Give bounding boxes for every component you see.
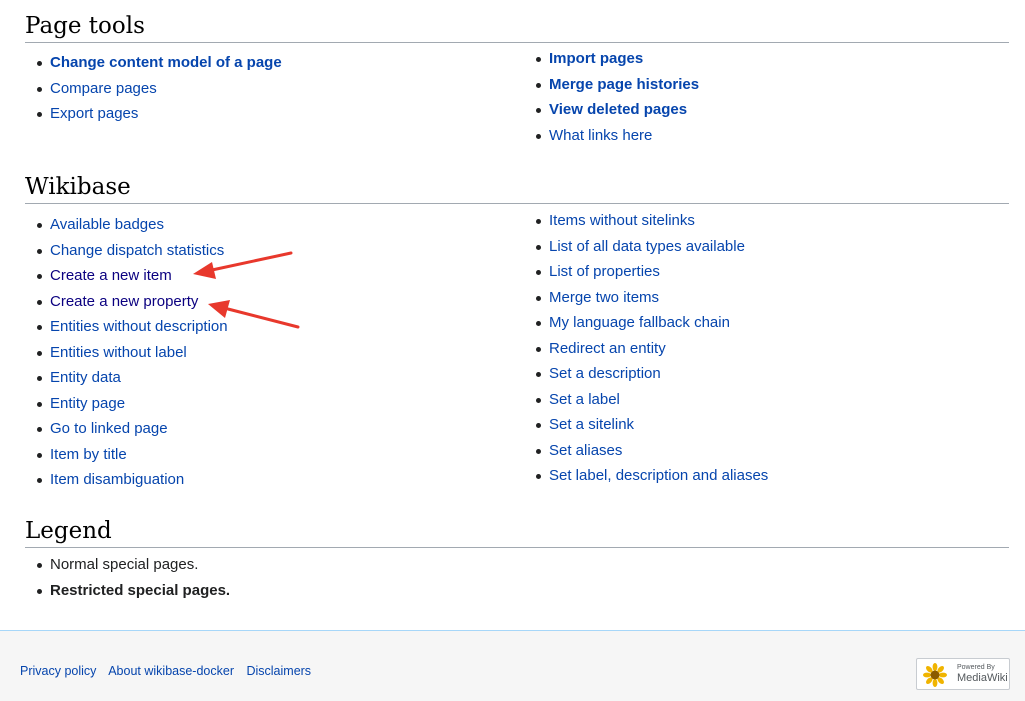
- badge-large-text: MediaWiki: [957, 672, 1008, 684]
- list-item: Merge two items: [524, 285, 768, 311]
- legend-normal: Normal special pages.: [50, 556, 199, 573]
- footer: Privacy policy About wikibase-docker Dis…: [0, 630, 1025, 701]
- link-available-badges[interactable]: Available badges: [50, 216, 164, 233]
- link-set-label[interactable]: Set a label: [549, 391, 620, 408]
- link-merge-page-histories[interactable]: Merge page histories: [549, 76, 699, 93]
- link-entity-data[interactable]: Entity data: [50, 369, 121, 386]
- wikibase-left-list: Available badges Change dispatch statist…: [25, 212, 228, 493]
- footer-link-privacy-policy[interactable]: Privacy policy: [20, 664, 96, 678]
- legend-restricted: Restricted special pages.: [50, 581, 231, 599]
- list-item: Items without sitelinks: [524, 208, 768, 234]
- list-item: Entities without description: [25, 314, 228, 340]
- list-item: What links here: [524, 123, 699, 149]
- badge-small-text: Powered By: [957, 664, 995, 671]
- link-set-label-description-aliases[interactable]: Set label, description and aliases: [549, 467, 768, 484]
- list-item: Set aliases: [524, 438, 768, 464]
- footer-link-disclaimers[interactable]: Disclaimers: [246, 664, 311, 678]
- list-item: Change content model of a page: [25, 50, 282, 76]
- footer-link-about[interactable]: About wikibase-docker: [108, 664, 234, 678]
- special-pages-content: Page tools Change content model of a pag…: [0, 0, 1025, 630]
- link-merge-two-items[interactable]: Merge two items: [549, 289, 659, 306]
- list-item: Compare pages: [25, 76, 282, 102]
- list-item: Set a sitelink: [524, 412, 768, 438]
- powered-by-mediawiki-badge[interactable]: Powered By MediaWiki: [916, 658, 1010, 690]
- list-item: Entities without label: [25, 340, 228, 366]
- link-entity-page[interactable]: Entity page: [50, 395, 125, 412]
- list-item: Restricted special pages.: [25, 578, 230, 604]
- link-redirect-entity[interactable]: Redirect an entity: [549, 340, 666, 357]
- list-item: List of all data types available: [524, 234, 768, 260]
- list-item: Set label, description and aliases: [524, 463, 768, 489]
- list-item: Normal special pages.: [25, 552, 230, 578]
- link-view-deleted-pages[interactable]: View deleted pages: [549, 101, 687, 118]
- link-change-content-model[interactable]: Change content model of a page: [50, 54, 282, 71]
- link-create-new-property[interactable]: Create a new property: [50, 293, 198, 310]
- link-list-data-types[interactable]: List of all data types available: [549, 238, 745, 255]
- page-tools-left-list: Change content model of a page Compare p…: [25, 50, 282, 127]
- link-set-aliases[interactable]: Set aliases: [549, 442, 622, 459]
- link-entities-without-label[interactable]: Entities without label: [50, 344, 187, 361]
- link-import-pages[interactable]: Import pages: [549, 50, 643, 67]
- link-entities-without-description[interactable]: Entities without description: [50, 318, 228, 335]
- list-item: Set a description: [524, 361, 768, 387]
- list-item: Entity page: [25, 391, 228, 417]
- list-item: Merge page histories: [524, 72, 699, 98]
- link-what-links-here[interactable]: What links here: [549, 127, 652, 144]
- link-go-to-linked-page[interactable]: Go to linked page: [50, 420, 168, 437]
- list-item: Item by title: [25, 442, 228, 468]
- link-list-of-properties[interactable]: List of properties: [549, 263, 660, 280]
- list-item: List of properties: [524, 259, 768, 285]
- page-tools-right-list: Import pages Merge page histories View d…: [524, 46, 699, 148]
- link-export-pages[interactable]: Export pages: [50, 105, 138, 122]
- link-compare-pages[interactable]: Compare pages: [50, 80, 157, 97]
- list-item: Entity data: [25, 365, 228, 391]
- list-item: Available badges: [25, 212, 228, 238]
- list-item: Set a label: [524, 387, 768, 413]
- list-item: Create a new property: [25, 289, 228, 315]
- list-item: View deleted pages: [524, 97, 699, 123]
- list-item: Import pages: [524, 46, 699, 72]
- link-item-disambiguation[interactable]: Item disambiguation: [50, 471, 184, 488]
- list-item: Redirect an entity: [524, 336, 768, 362]
- section-heading-page-tools: Page tools: [25, 12, 1009, 43]
- mediawiki-flower-icon: [923, 663, 947, 687]
- list-item: Change dispatch statistics: [25, 238, 228, 264]
- link-create-new-item[interactable]: Create a new item: [50, 267, 172, 284]
- list-item: My language fallback chain: [524, 310, 768, 336]
- list-item: Go to linked page: [25, 416, 228, 442]
- link-item-by-title[interactable]: Item by title: [50, 446, 127, 463]
- list-item: Export pages: [25, 101, 282, 127]
- link-set-description[interactable]: Set a description: [549, 365, 661, 382]
- link-items-without-sitelinks[interactable]: Items without sitelinks: [549, 212, 695, 229]
- legend-list: Normal special pages. Restricted special…: [25, 552, 230, 603]
- link-change-dispatch-statistics[interactable]: Change dispatch statistics: [50, 242, 224, 259]
- link-set-sitelink[interactable]: Set a sitelink: [549, 416, 634, 433]
- link-language-fallback-chain[interactable]: My language fallback chain: [549, 314, 730, 331]
- list-item: Create a new item: [25, 263, 228, 289]
- list-item: Item disambiguation: [25, 467, 228, 493]
- wikibase-right-list: Items without sitelinks List of all data…: [524, 208, 768, 489]
- section-heading-wikibase: Wikibase: [25, 173, 1009, 204]
- section-heading-legend: Legend: [25, 517, 1009, 548]
- footer-links: Privacy policy About wikibase-docker Dis…: [20, 664, 320, 678]
